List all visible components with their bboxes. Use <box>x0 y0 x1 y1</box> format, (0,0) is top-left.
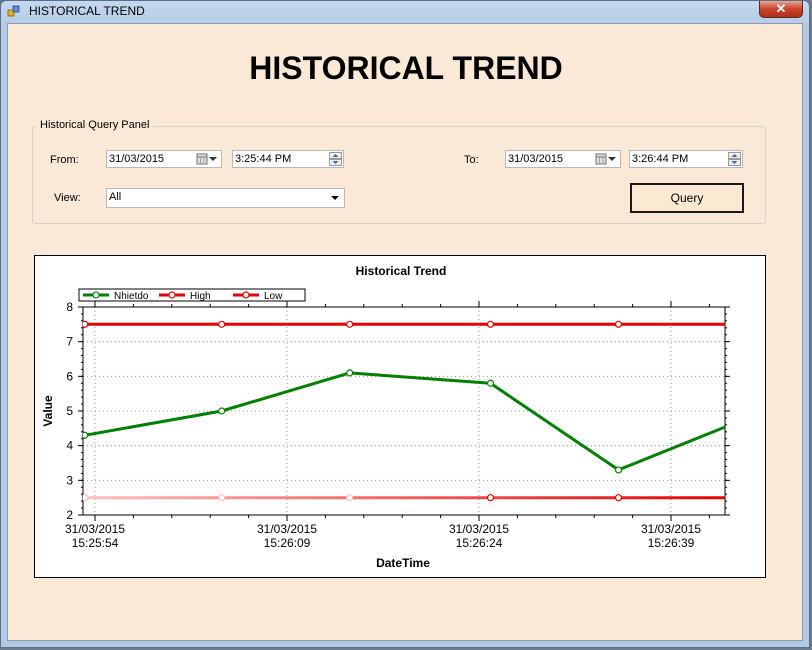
to-date-value: 31/03/2015 <box>508 153 564 165</box>
series-point-nhietdo <box>486 379 495 387</box>
close-button[interactable]: ✕ <box>759 1 803 18</box>
from-date-picker[interactable]: 31/03/2015 <box>106 150 222 168</box>
chart-legend: Nhietdo High Low <box>78 288 306 302</box>
x-axis-label: DateTime <box>376 556 430 570</box>
spinner-up-down-icon[interactable] <box>329 152 342 166</box>
y-axis-label: Value <box>41 395 55 427</box>
form-client-area: HISTORICAL TREND Historical Query Panel … <box>7 23 803 641</box>
to-time-value: 3:26:44 PM <box>632 153 689 165</box>
app-icon <box>7 5 20 17</box>
view-label: View: <box>54 192 81 204</box>
from-label: From: <box>50 154 79 166</box>
y-tick-label: 3 <box>66 473 73 487</box>
query-panel-title: Historical Query Panel <box>36 119 154 131</box>
from-date-value: 31/03/2015 <box>109 153 165 165</box>
series-point-low <box>486 494 495 502</box>
series-point-nhietdo <box>745 415 751 421</box>
to-time-picker[interactable]: 3:26:44 PM <box>629 150 743 168</box>
chart-series <box>83 320 751 502</box>
series-point-nhietdo <box>218 407 226 415</box>
x-tick-label-time: 15:25:54 <box>72 536 119 550</box>
from-time-picker[interactable]: 3:25:44 PM <box>232 150 344 168</box>
x-tick-label-date: 31/03/2015 <box>257 522 317 536</box>
from-time-value: 3:25:44 PM <box>235 153 292 165</box>
chevron-down-icon[interactable] <box>328 189 342 206</box>
series-point-low <box>218 494 226 502</box>
legend-marker-low <box>242 291 250 299</box>
x-tick-label-time: 15:26:09 <box>264 536 311 550</box>
y-tick-label: 2 <box>66 508 73 522</box>
window-title: HISTORICAL TREND <box>29 4 145 18</box>
legend-label-high: High <box>190 291 211 302</box>
x-tick-label-date: 31/03/2015 <box>449 522 509 536</box>
series-point-high <box>486 320 495 328</box>
x-tick-label-date: 31/03/2015 <box>65 522 125 536</box>
x-tick-label-time: 15:26:24 <box>456 536 503 550</box>
series-point-high <box>745 321 751 327</box>
series-point-nhietdo <box>614 466 623 474</box>
to-date-picker[interactable]: 31/03/2015 <box>505 150 621 168</box>
series-point-high <box>218 320 226 328</box>
x-tick-label-date: 31/03/2015 <box>641 522 701 536</box>
chart-axes: 234567831/03/201515:25:5431/03/201515:26… <box>65 300 730 550</box>
y-tick-label: 6 <box>66 369 73 383</box>
chart-title: Historical Trend <box>356 264 447 278</box>
series-point-low <box>346 494 354 502</box>
series-point-low <box>614 494 623 502</box>
x-tick-label-time: 15:26:39 <box>648 536 695 550</box>
to-label: To: <box>464 154 479 166</box>
calendar-dropdown-icon[interactable] <box>595 153 617 165</box>
calendar-dropdown-icon[interactable] <box>196 153 218 165</box>
series-point-high <box>346 320 354 328</box>
page-title: HISTORICAL TREND <box>249 50 563 86</box>
spinner-up-down-icon[interactable] <box>728 152 741 166</box>
chart-grid <box>83 307 725 515</box>
close-icon: ✕ <box>775 1 787 16</box>
legend-marker-high <box>168 291 176 299</box>
query-button[interactable]: Query <box>630 183 744 213</box>
legend-marker-nhietdo <box>92 291 100 299</box>
y-tick-label: 5 <box>66 404 73 418</box>
series-point-nhietdo <box>346 369 354 377</box>
y-tick-label: 7 <box>66 335 73 349</box>
title-bar[interactable]: HISTORICAL TREND ✕ <box>1 1 809 22</box>
app-window: HISTORICAL TREND ✕ HISTORICAL TREND Hist… <box>0 0 810 648</box>
view-select[interactable]: All <box>106 188 345 208</box>
series-point-high <box>614 320 623 328</box>
y-tick-label: 4 <box>66 439 73 453</box>
series-line-nhietdo <box>84 371 725 472</box>
series-point-low <box>745 495 751 501</box>
trend-chart-svg: Historical Trend Nhietdo High Low 2 3 4 5 6 7 8 3… <box>41 264 751 570</box>
legend-label-nhietdo: Nhietdo <box>114 291 149 302</box>
legend-label-low: Low <box>264 291 283 302</box>
view-selected-value: All <box>109 191 122 203</box>
y-tick-label: 8 <box>66 300 73 314</box>
trend-chart: Historical Trend Nhietdo High Low 2 3 4 5 6 7 8 3… <box>34 255 766 578</box>
